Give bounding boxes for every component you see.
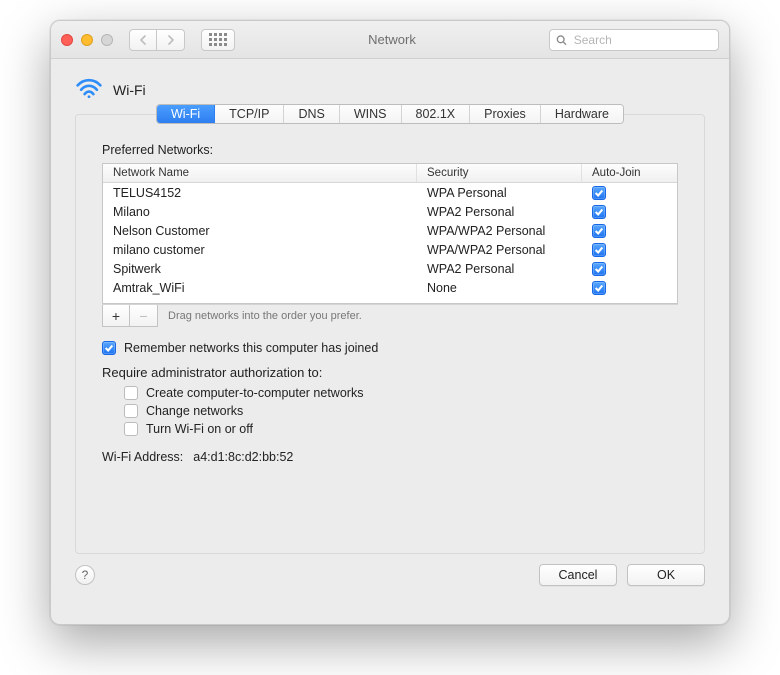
table-row[interactable]: SpitwerkWPA2 Personal <box>103 259 677 278</box>
admin-toggle-label: Turn Wi-Fi on or off <box>146 422 253 436</box>
search-field[interactable] <box>549 29 719 51</box>
chevron-left-icon <box>139 35 148 45</box>
network-autojoin-cell <box>582 221 677 240</box>
autojoin-checkbox[interactable] <box>592 205 606 219</box>
wifi-panel: Preferred Networks: Network Name Securit… <box>75 114 705 554</box>
help-icon: ? <box>82 568 89 582</box>
tab-dns[interactable]: DNS <box>284 105 339 123</box>
network-security-cell: WPA Personal <box>417 183 582 202</box>
check-icon <box>594 245 604 255</box>
table-row[interactable]: Amtrak_WiFiNone <box>103 278 677 297</box>
remember-networks-checkbox[interactable] <box>102 341 116 355</box>
network-security-cell: WPA2 Personal <box>417 259 582 278</box>
drag-hint: Drag networks into the order you prefer. <box>158 310 362 322</box>
autojoin-checkbox[interactable] <box>592 243 606 257</box>
col-autojoin[interactable]: Auto-Join <box>582 164 677 182</box>
cancel-button[interactable]: Cancel <box>539 564 617 586</box>
forward-button[interactable] <box>157 29 185 51</box>
check-icon <box>104 343 114 353</box>
wifi-address-row: Wi-Fi Address: a4:d1:8c:d2:bb:52 <box>102 450 678 464</box>
network-name-cell: Milano <box>103 202 417 221</box>
show-all-button[interactable] <box>201 29 235 51</box>
wifi-icon <box>75 77 103 102</box>
network-autojoin-cell <box>582 183 677 202</box>
table-row[interactable]: Nelson CustomerWPA/WPA2 Personal <box>103 221 677 240</box>
network-autojoin-cell <box>582 202 677 221</box>
close-button[interactable] <box>61 34 73 46</box>
tab-8021x[interactable]: 802.1X <box>402 105 471 123</box>
table-row[interactable]: milano customerWPA/WPA2 Personal <box>103 240 677 259</box>
footer: ? Cancel OK <box>51 554 729 586</box>
admin-create-checkbox[interactable] <box>124 386 138 400</box>
check-icon <box>594 226 604 236</box>
search-input[interactable] <box>572 32 712 48</box>
tab-tcpip[interactable]: TCP/IP <box>215 105 284 123</box>
page-title: Wi-Fi <box>113 82 146 98</box>
table-header: Network Name Security Auto-Join <box>103 164 677 183</box>
back-button[interactable] <box>129 29 157 51</box>
admin-toggle-row: Turn Wi-Fi on or off <box>124 422 678 436</box>
table-body: TELUS4152WPA PersonalMilanoWPA2 Personal… <box>103 183 677 303</box>
admin-toggle-checkbox[interactable] <box>124 422 138 436</box>
window-title: Network <box>245 32 539 47</box>
col-network-name[interactable]: Network Name <box>103 164 417 182</box>
network-name-cell: Spitwerk <box>103 259 417 278</box>
network-security-cell: WPA/WPA2 Personal <box>417 240 582 259</box>
autojoin-checkbox[interactable] <box>592 186 606 200</box>
wifi-address-label: Wi-Fi Address: <box>102 450 183 464</box>
admin-create-label: Create computer-to-computer networks <box>146 386 363 400</box>
maximize-button <box>101 34 113 46</box>
preferred-networks-label: Preferred Networks: <box>102 143 678 157</box>
tabs: Wi-Fi TCP/IP DNS WINS 802.1X Proxies Har… <box>51 104 729 124</box>
chevron-right-icon <box>166 35 175 45</box>
remember-networks-row: Remember networks this computer has join… <box>102 341 678 355</box>
check-icon <box>594 283 604 293</box>
check-icon <box>594 188 604 198</box>
tab-hardware[interactable]: Hardware <box>541 105 623 123</box>
autojoin-checkbox[interactable] <box>592 224 606 238</box>
grid-icon <box>209 33 227 46</box>
help-button[interactable]: ? <box>75 565 95 585</box>
preferred-networks-table: Network Name Security Auto-Join TELUS415… <box>102 163 678 304</box>
wifi-address-value: a4:d1:8c:d2:bb:52 <box>193 450 293 464</box>
network-autojoin-cell <box>582 278 677 297</box>
network-autojoin-cell <box>582 240 677 259</box>
minimize-button[interactable] <box>81 34 93 46</box>
admin-options: Create computer-to-computer networks Cha… <box>124 386 678 436</box>
require-admin-label: Require administrator authorization to: <box>102 365 678 380</box>
search-icon <box>556 34 567 46</box>
network-name-cell: Nelson Customer <box>103 221 417 240</box>
tab-proxies[interactable]: Proxies <box>470 105 541 123</box>
network-autojoin-cell <box>582 259 677 278</box>
ok-button[interactable]: OK <box>627 564 705 586</box>
network-name-cell: TELUS4152 <box>103 183 417 202</box>
tab-wins[interactable]: WINS <box>340 105 402 123</box>
table-row[interactable]: MilanoWPA2 Personal <box>103 202 677 221</box>
header: Wi-Fi <box>51 59 729 110</box>
network-security-cell: WPA/WPA2 Personal <box>417 221 582 240</box>
titlebar: Network <box>51 21 729 59</box>
remember-networks-label: Remember networks this computer has join… <box>124 341 378 355</box>
network-name-cell: Amtrak_WiFi <box>103 278 417 297</box>
check-icon <box>594 264 604 274</box>
autojoin-checkbox[interactable] <box>592 262 606 276</box>
window-controls <box>61 34 113 46</box>
table-row[interactable]: TELUS4152WPA Personal <box>103 183 677 202</box>
check-icon <box>594 207 604 217</box>
nav-group <box>129 29 185 51</box>
network-security-cell: WPA2 Personal <box>417 202 582 221</box>
col-security[interactable]: Security <box>417 164 582 182</box>
table-footer: + − Drag networks into the order you pre… <box>102 304 678 327</box>
admin-change-checkbox[interactable] <box>124 404 138 418</box>
admin-change-row: Change networks <box>124 404 678 418</box>
admin-change-label: Change networks <box>146 404 243 418</box>
tab-wifi[interactable]: Wi-Fi <box>157 105 215 123</box>
remove-network-button[interactable]: − <box>130 305 158 327</box>
network-name-cell: milano customer <box>103 240 417 259</box>
admin-create-row: Create computer-to-computer networks <box>124 386 678 400</box>
add-network-button[interactable]: + <box>102 305 130 327</box>
autojoin-checkbox[interactable] <box>592 281 606 295</box>
network-preferences-window: Network Wi-Fi Wi-Fi TCP/IP DNS WINS 802.… <box>50 20 730 625</box>
network-security-cell: None <box>417 278 582 297</box>
